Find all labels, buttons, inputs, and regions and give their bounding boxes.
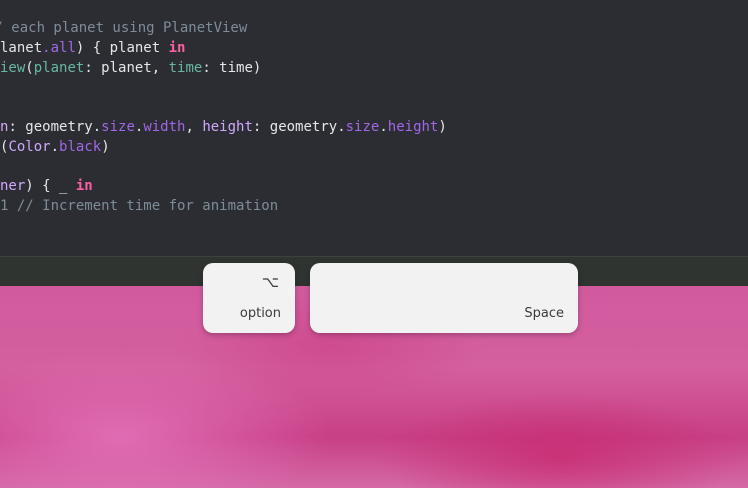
- code-token: (: [25, 60, 34, 76]
- code-line: iew(planet: planet, time: time): [0, 58, 261, 78]
- code-token: ) { planet: [75, 40, 169, 56]
- code-token: : planet,: [84, 60, 169, 76]
- code-line: lanet.all) { planet in: [0, 38, 185, 58]
- code-token: height: [202, 119, 253, 135]
- code-token: lanet: [0, 40, 43, 56]
- space-key-overlay: Space: [310, 263, 578, 333]
- code-token: ): [438, 119, 447, 135]
- code-token: iew: [0, 60, 26, 76]
- option-key-icon: ⌥: [261, 273, 279, 291]
- code-line: 1 // Increment time for animation: [0, 196, 278, 216]
- code-line: // each planet using PlanetView: [0, 18, 247, 38]
- code-token: .: [50, 139, 60, 155]
- code-token: in: [168, 40, 186, 56]
- code-line: n: geometry.size.width, height: geometry…: [0, 117, 447, 137]
- code-token: planet: [33, 60, 85, 76]
- code-line: (Color.black): [0, 137, 110, 157]
- code-token: .all: [42, 40, 76, 56]
- code-token: ,: [185, 119, 203, 135]
- code-token: size: [345, 119, 380, 135]
- code-token: Color: [8, 139, 51, 155]
- code-line: ner) { _ in: [0, 176, 93, 196]
- code-editor[interactable]: // each planet using PlanetView lanet.all…: [0, 0, 748, 256]
- code-token: black: [59, 139, 102, 155]
- option-key-overlay: ⌥ option: [203, 263, 295, 333]
- code-token: // each planet using PlanetView: [0, 20, 248, 36]
- code-token: ) { _: [25, 178, 76, 194]
- code-token: : geometry.: [8, 119, 102, 135]
- option-key-label: option: [239, 306, 281, 321]
- space-key-label: Space: [524, 306, 564, 321]
- code-token: time: [168, 60, 203, 76]
- code-token: .: [379, 119, 388, 135]
- code-token: : geometry.: [252, 119, 346, 135]
- code-token: height: [387, 119, 439, 135]
- code-token: size: [101, 119, 135, 135]
- code-token: ner: [0, 178, 26, 194]
- code-token: ): [101, 139, 110, 155]
- code-token: in: [75, 178, 93, 194]
- code-token: width: [143, 119, 186, 135]
- code-token: : time): [202, 60, 262, 76]
- code-token: 1 // Increment time for animation: [0, 198, 279, 214]
